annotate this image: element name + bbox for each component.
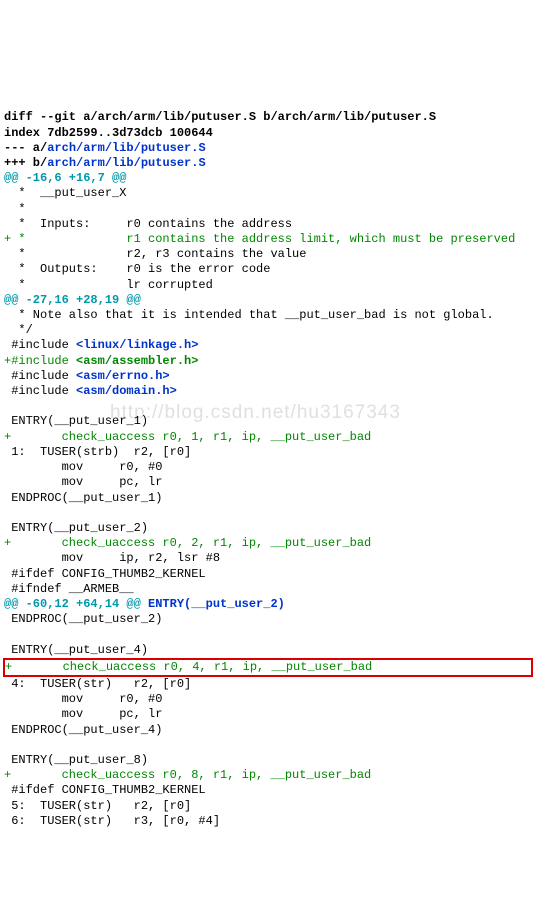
added-line: + check_uaccess r0, 4, r1, ip, __put_use…: [5, 660, 372, 674]
context-line: ENTRY(__put_user_1): [4, 414, 148, 428]
context-line: #ifdef CONFIG_THUMB2_KERNEL: [4, 567, 206, 581]
minus-prefix: --- a/: [4, 141, 47, 155]
context-line: ENDPROC(__put_user_1): [4, 491, 162, 505]
include-prefix: #include: [4, 384, 76, 398]
hunk3-header: @@ -60,12 +64,14 @@ ENTRY(__put_user_2): [4, 597, 285, 611]
include-path: <asm/assembler.h>: [76, 354, 198, 368]
context-line: * r2, r3 contains the value: [4, 247, 306, 261]
added-line: + check_uaccess r0, 1, r1, ip, __put_use…: [4, 430, 371, 444]
plus-prefix: +++ b/: [4, 156, 47, 170]
context-line: ENTRY(__put_user_4): [4, 643, 148, 657]
context-line: *: [4, 202, 26, 216]
context-line: */: [4, 323, 33, 337]
index-line: index 7db2599..3d73dcb 100644: [4, 126, 213, 140]
context-line: * Note also that it is intended that __p…: [4, 308, 494, 322]
highlighted-added-line: + check_uaccess r0, 4, r1, ip, __put_use…: [3, 658, 533, 677]
diff-header-line: diff --git a/arch/arm/lib/putuser.S b/ar…: [4, 110, 436, 124]
include-prefix: +#include: [4, 354, 76, 368]
hunk-func: ENTRY(__put_user_2): [141, 597, 285, 611]
context-line: mov r0, #0: [4, 460, 162, 474]
added-line: + * r1 contains the address limit, which…: [4, 232, 515, 246]
context-line: [4, 627, 11, 641]
context-line: ENDPROC(__put_user_2): [4, 612, 162, 626]
include-line: #include <asm/errno.h>: [4, 369, 170, 383]
include-prefix: #include: [4, 338, 76, 352]
include-path: <asm/errno.h>: [76, 369, 170, 383]
minus-file: --- a/arch/arm/lib/putuser.S: [4, 141, 206, 155]
include-line: #include <linux/linkage.h>: [4, 338, 198, 352]
context-line: #ifdef CONFIG_THUMB2_KERNEL: [4, 783, 206, 797]
context-line: mov pc, lr: [4, 475, 162, 489]
context-line: * __put_user_X: [4, 186, 126, 200]
added-line: + check_uaccess r0, 2, r1, ip, __put_use…: [4, 536, 371, 550]
include-path: <asm/domain.h>: [76, 384, 177, 398]
context-line: 6: TUSER(str) r3, [r0, #4]: [4, 814, 220, 828]
context-line: mov pc, lr: [4, 707, 162, 721]
context-line: * lr corrupted: [4, 278, 213, 292]
context-line: 1: TUSER(strb) r2, [r0]: [4, 445, 191, 459]
added-include-line: +#include <asm/assembler.h>: [4, 354, 198, 368]
diff-body: diff --git a/arch/arm/lib/putuser.S b/ar…: [4, 95, 535, 829]
context-line: [4, 506, 11, 520]
added-line: + check_uaccess r0, 8, r1, ip, __put_use…: [4, 768, 371, 782]
context-line: mov ip, r2, lsr #8: [4, 551, 220, 565]
minus-path: arch/arm/lib/putuser.S: [47, 141, 205, 155]
hunk1-header: @@ -16,6 +16,7 @@: [4, 171, 126, 185]
context-line: #ifndef __ARMEB__: [4, 582, 134, 596]
hunk-range: @@ -60,12 +64,14 @@: [4, 597, 141, 611]
context-line: ENTRY(__put_user_2): [4, 521, 148, 535]
plus-file: +++ b/arch/arm/lib/putuser.S: [4, 156, 206, 170]
context-line: ENDPROC(__put_user_4): [4, 723, 162, 737]
context-line: mov r0, #0: [4, 692, 162, 706]
plus-path: arch/arm/lib/putuser.S: [47, 156, 205, 170]
context-line: [4, 738, 11, 752]
context-line: * Outputs: r0 is the error code: [4, 262, 270, 276]
include-prefix: #include: [4, 369, 76, 383]
context-line: * Inputs: r0 contains the address: [4, 217, 292, 231]
include-line: #include <asm/domain.h>: [4, 384, 177, 398]
context-line: [4, 399, 11, 413]
hunk2-header: @@ -27,16 +28,19 @@: [4, 293, 141, 307]
context-line: 5: TUSER(str) r2, [r0]: [4, 799, 191, 813]
context-line: ENTRY(__put_user_8): [4, 753, 148, 767]
context-line: 4: TUSER(str) r2, [r0]: [4, 677, 191, 691]
include-path: <linux/linkage.h>: [76, 338, 198, 352]
